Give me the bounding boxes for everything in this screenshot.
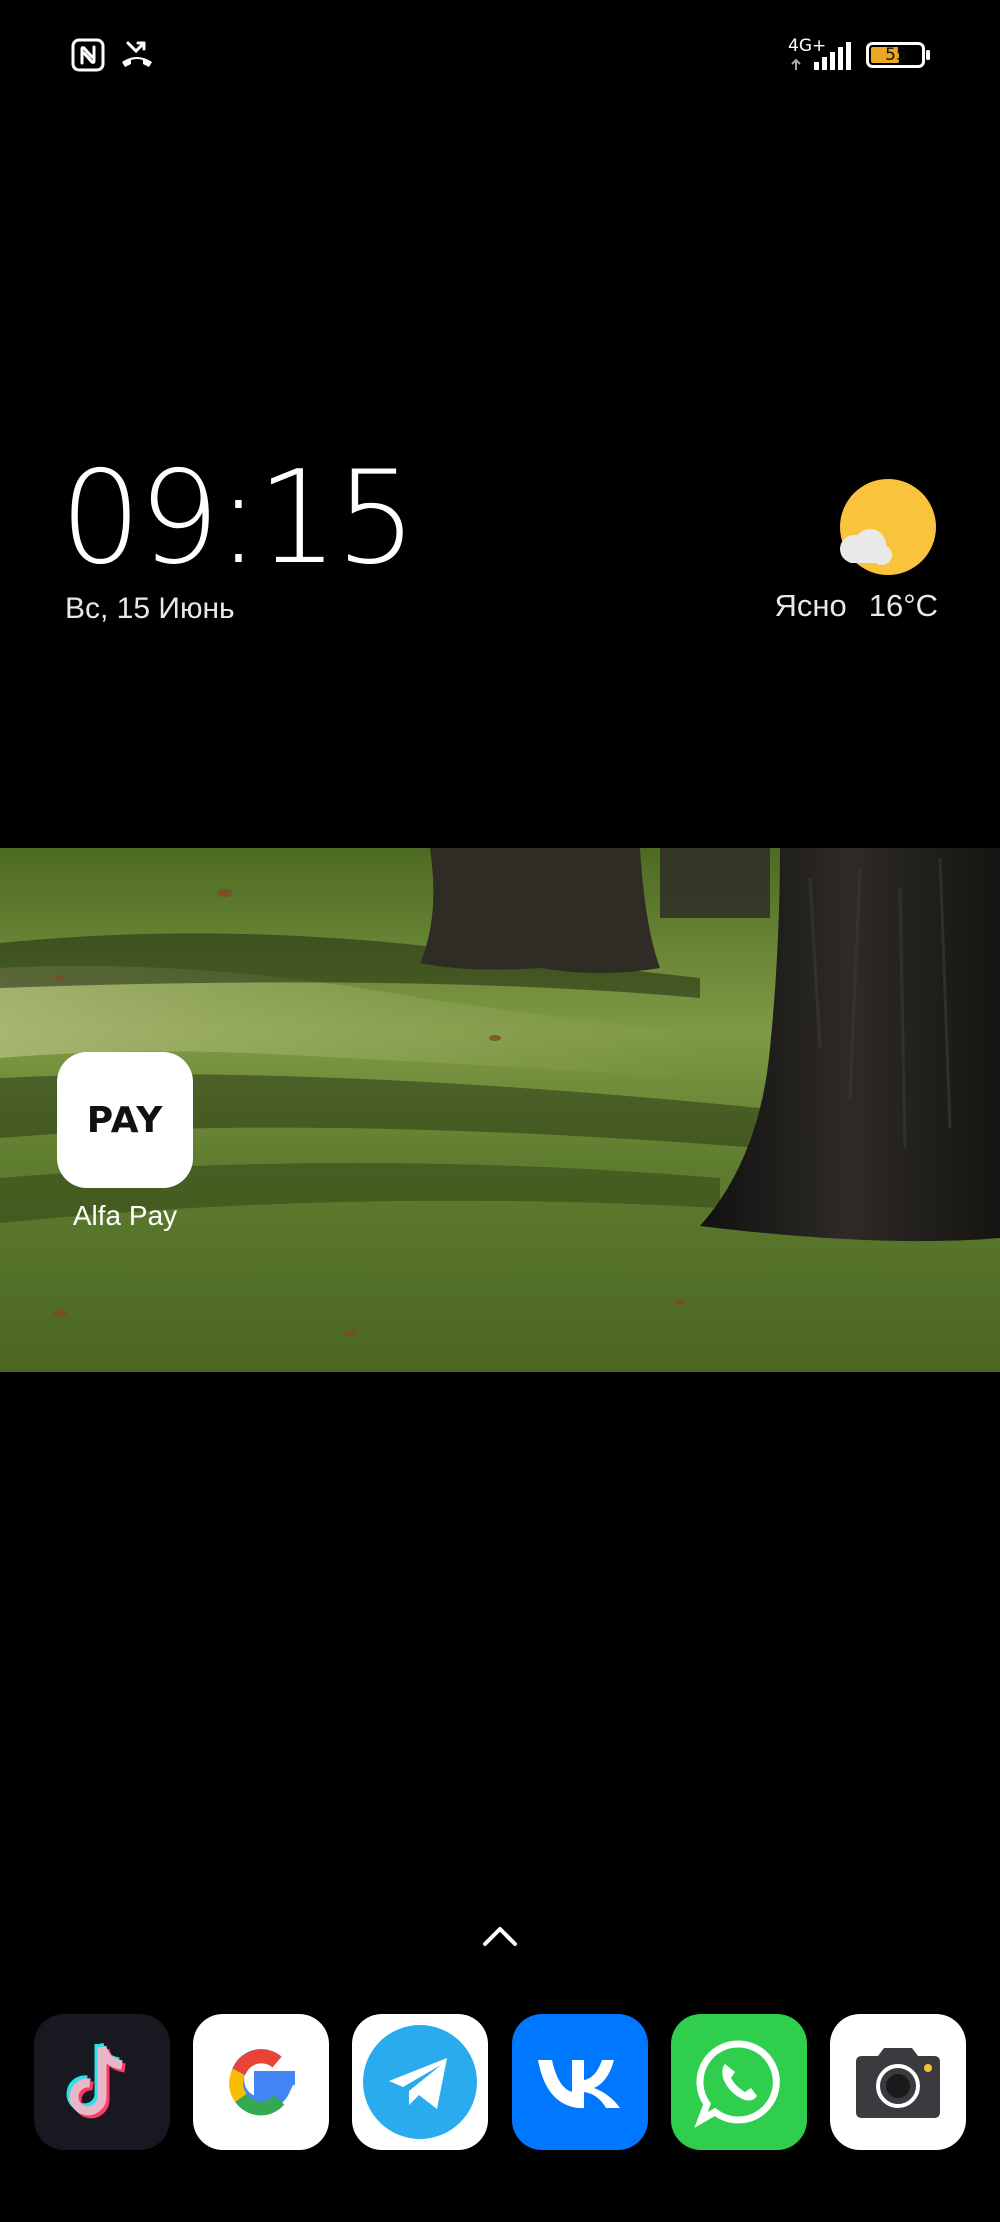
- tiktok-icon[interactable]: [34, 2014, 170, 2150]
- weather-text[interactable]: Ясно 16°C: [774, 588, 938, 624]
- signal-strength-icon: [791, 42, 851, 70]
- weather-condition: Ясно: [774, 588, 847, 623]
- alfa-pay-tile-text: PAY: [86, 1099, 164, 1141]
- vk-icon[interactable]: [511, 2014, 648, 2150]
- whatsapp-icon[interactable]: [670, 2014, 807, 2150]
- dock: [34, 2014, 966, 2150]
- sun-cloud-icon[interactable]: [832, 473, 942, 583]
- missed-call-icon: [122, 41, 152, 67]
- chevron-up-icon[interactable]: [480, 1918, 520, 1952]
- telegram-icon[interactable]: [352, 2014, 489, 2150]
- status-bar: 4G+ 55: [0, 0, 1000, 110]
- battery-level-label: 55: [885, 45, 907, 65]
- alfa-pay-icon[interactable]: PAY: [57, 1052, 193, 1188]
- camera-icon[interactable]: [829, 2014, 966, 2150]
- weather-temperature: 16°C: [868, 588, 938, 623]
- google-icon[interactable]: [193, 2014, 330, 2150]
- app-label: Alfa Pay: [72, 1200, 178, 1231]
- app-alfa-pay[interactable]: PAY Alfa Pay: [55, 1052, 195, 1232]
- clock-date[interactable]: Вс, 15 Июнь: [65, 592, 235, 626]
- clock-time[interactable]: 09:15: [60, 455, 417, 583]
- nfc-icon: [71, 38, 105, 72]
